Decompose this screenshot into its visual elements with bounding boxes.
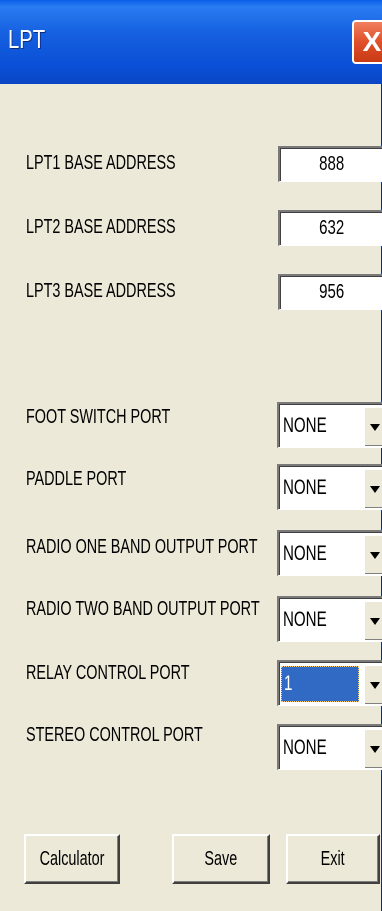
lpt3-address-field[interactable]: 956 [278,274,382,310]
paddle-port-select[interactable]: NONE [277,464,382,510]
stereo-control-port-select[interactable]: NONE [277,724,382,770]
radio-two-band-output-port-value: NONE [283,608,327,631]
dropdown-button[interactable] [363,468,382,508]
radio-one-band-output-port-select[interactable]: NONE [277,530,382,576]
lpt1-address-label: LPT1 BASE ADDRESS [26,152,176,174]
relay-control-port-select[interactable]: 1 [277,660,382,706]
radio-two-band-output-port-label: RADIO TWO BAND OUTPUT PORT [26,598,260,620]
dropdown-button[interactable] [363,600,382,640]
chevron-down-icon [370,617,380,625]
lpt2-address-label: LPT2 BASE ADDRESS [26,216,176,238]
radio-one-band-output-port-label: RADIO ONE BAND OUTPUT PORT [26,536,258,558]
foot-switch-port-label: FOOT SWITCH PORT [26,406,171,428]
chevron-down-icon [370,745,380,753]
close-button[interactable]: X [352,20,382,64]
stereo-control-port-value: NONE [283,736,327,759]
relay-control-port-value: 1 [281,666,359,702]
stereo-control-port-label: STEREO CONTROL PORT [26,724,203,746]
exit-button[interactable]: Exit [286,834,380,884]
lpt2-address-field[interactable]: 632 [278,210,382,246]
calculator-button[interactable]: Calculator [24,834,120,884]
lpt3-address-label: LPT3 BASE ADDRESS [26,280,176,302]
paddle-port-value: NONE [283,476,327,499]
chevron-down-icon [370,681,380,689]
radio-one-band-output-port-value: NONE [283,542,327,565]
dropdown-button[interactable] [363,534,382,574]
title-bar[interactable]: LPT X [0,0,382,84]
foot-switch-port-select[interactable]: NONE [277,402,382,448]
chevron-down-icon [370,551,380,559]
dropdown-button[interactable] [363,728,382,768]
lpt1-address-field[interactable]: 888 [278,146,382,182]
foot-switch-port-value: NONE [283,414,327,437]
window-title: LPT [8,24,46,54]
save-button[interactable]: Save [172,834,270,884]
chevron-down-icon [370,423,380,431]
dropdown-button[interactable] [363,406,382,446]
radio-two-band-output-port-select[interactable]: NONE [277,596,382,642]
close-icon: X [362,26,382,57]
dropdown-button[interactable] [363,664,382,704]
paddle-port-label: PADDLE PORT [26,468,127,490]
relay-control-port-label: RELAY CONTROL PORT [26,662,190,684]
chevron-down-icon [370,485,380,493]
lpt-dialog-window: LPT X LPT1 BASE ADDRESS 888 LPT2 BASE AD… [0,0,382,911]
